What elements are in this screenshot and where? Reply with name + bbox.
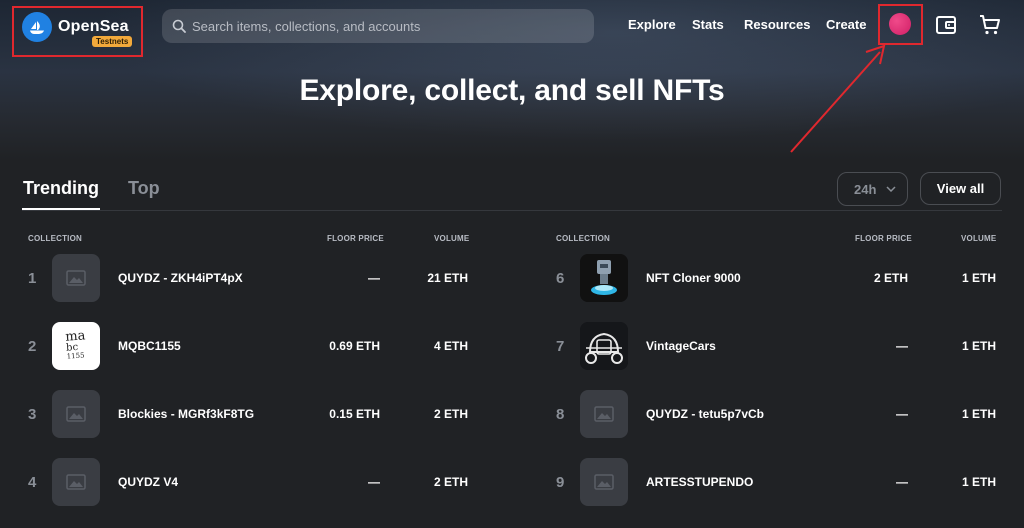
annotation-arrow — [790, 44, 886, 153]
